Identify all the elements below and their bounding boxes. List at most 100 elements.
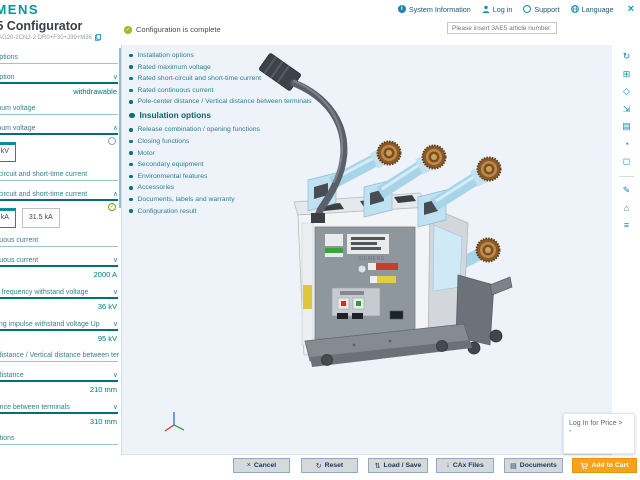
document-icon: ▤ — [510, 462, 517, 470]
step-bullet-icon — [129, 53, 133, 58]
field-label: Rated continuous current — [0, 257, 39, 264]
control-plate-label — [340, 291, 364, 295]
step-label: Pole-center distance / Vertical distance… — [137, 98, 312, 106]
step-rated-continuous-current[interactable]: Rated continuous current — [129, 87, 312, 94]
option-chip[interactable]: 31.5 kA — [21, 208, 60, 228]
configuration-sidebar: Installation options Installation option… — [0, 45, 119, 455]
orbit-view-icon[interactable]: ◇ — [620, 86, 634, 97]
zoom-window-icon[interactable]: ⊞ — [620, 69, 634, 80]
step-rated-short-circuit[interactable]: Rated short-circuit and short-time curre… — [129, 75, 312, 82]
annotate-icon[interactable]: ✎ — [620, 185, 634, 196]
load-save-button[interactable]: ⇅ Load / Save — [368, 458, 428, 473]
field-header[interactable]: Rated short-circuit and short-time curre… — [0, 190, 118, 198]
home-view-icon[interactable]: ⌂ — [620, 203, 634, 214]
step-secondary-equipment[interactable]: Secondary equipment — [129, 161, 312, 168]
step-environmental-features[interactable]: Environmental features — [129, 173, 312, 180]
field-value: 210 mm — [89, 385, 117, 394]
chevron-up-icon[interactable]: ∧ — [113, 190, 118, 198]
field-power-frequency-withstand: Rated power frequency withstand voltage … — [0, 288, 118, 311]
field-header[interactable]: Rated maximum voltage ∧ — [0, 124, 118, 132]
step-accessories[interactable]: Accessories — [129, 184, 312, 191]
add-to-cart-button[interactable]: Add to Cart — [572, 458, 637, 473]
article-number-text: 3AE52AG20-2CN2-2 DR0+F30+J39+M36 — [0, 34, 92, 41]
section-view-icon[interactable]: ◔ — [620, 139, 634, 150]
warning-strip-icon — [368, 263, 376, 270]
copy-icon[interactable] — [95, 34, 101, 41]
step-documents-labels-warranty[interactable]: Documents, labels and warranty — [129, 196, 312, 203]
step-pole-center-distance[interactable]: Pole-center distance / Vertical distance… — [129, 98, 312, 105]
field-header[interactable]: Installation option ∨ — [0, 73, 118, 81]
step-bullet-icon — [129, 162, 133, 167]
fit-view-icon[interactable]: ⇲ — [620, 104, 634, 115]
language-link[interactable]: Language — [570, 5, 614, 14]
pole-insulator-3 — [430, 156, 502, 211]
option-chip[interactable]: 25 kA — [0, 208, 16, 228]
brand-label: SIEMENS — [358, 256, 385, 262]
field-header[interactable]: Vertical distance between terminals ∨ — [0, 403, 118, 411]
support-link[interactable]: Support — [523, 5, 560, 14]
cart-icon — [580, 462, 589, 469]
chevron-down-icon[interactable]: ∨ — [113, 256, 118, 264]
section-insulation-options: Insulation options — [0, 435, 118, 445]
cancel-button[interactable]: × Cancel — [233, 458, 290, 473]
step-bullet-icon — [129, 128, 133, 132]
documents-button[interactable]: ▤ Documents — [504, 458, 563, 473]
field-header[interactable]: Insulating shell standard design ∨ — [0, 454, 118, 455]
field-insulating-shell: Insulating shell standard design ∨ yes — [0, 454, 118, 455]
step-label: Closing functions — [137, 137, 190, 145]
chevron-up-icon[interactable]: ∧ — [113, 124, 118, 132]
page-title: 3AE5 Configurator — [0, 19, 83, 33]
field-rated-continuous-current: Rated continuous current ∨ 2000 A — [0, 256, 118, 279]
axes-triad — [164, 412, 185, 432]
login-for-price-link[interactable]: Log In for Price > — [569, 420, 629, 427]
chevron-down-icon[interactable]: ∨ — [113, 320, 118, 328]
step-label: Rated continuous current — [137, 86, 214, 94]
step-bullet-icon — [129, 151, 133, 155]
step-motor[interactable]: Motor — [129, 150, 312, 157]
reset-button[interactable]: ↻ Reset — [301, 458, 358, 473]
article-number-input[interactable] — [447, 22, 557, 34]
step-rated-maximum-voltage[interactable]: Rated maximum voltage — [129, 64, 312, 71]
option-chip[interactable]: 12 kV — [0, 142, 16, 162]
radio-selected-icon[interactable]: ✓ — [108, 203, 116, 211]
field-header[interactable]: Rated power frequency withstand voltage … — [0, 288, 118, 296]
system-information-link[interactable]: i System Information — [397, 4, 471, 14]
cax-files-button[interactable]: ↓ CAx Files — [436, 458, 494, 473]
step-installation-options[interactable]: Installation options — [129, 52, 312, 59]
viewer-menu-icon[interactable]: ≡ — [620, 220, 634, 231]
field-pole-center-distance: Pole-center distance ∨ 210 mm — [0, 371, 118, 394]
field-header[interactable]: Rated continuous current ∨ — [0, 256, 118, 264]
wireframe-icon[interactable]: ◻ — [620, 156, 634, 167]
step-label: Accessories — [137, 184, 175, 192]
add-to-cart-label: Add to Cart — [591, 462, 629, 469]
chevron-down-icon[interactable]: ∨ — [113, 403, 118, 411]
field-value: 36 kV — [97, 302, 117, 311]
support-icon — [523, 5, 532, 13]
login-link[interactable]: Log in — [482, 5, 512, 14]
sidebar-scrollbar[interactable] — [119, 48, 121, 208]
toolbar-divider — [619, 175, 634, 177]
step-label: Release combination / opening functions — [137, 126, 260, 134]
layers-icon[interactable]: ▤ — [620, 121, 634, 132]
field-label: Pole-center distance — [0, 372, 24, 379]
step-closing-functions[interactable]: Closing functions — [129, 138, 312, 145]
rotate-view-icon[interactable]: ↻ — [620, 51, 634, 62]
field-header[interactable]: Pole-center distance ∨ — [0, 371, 118, 379]
label-text-row — [351, 247, 381, 250]
chevron-down-icon[interactable]: ∨ — [113, 454, 118, 455]
chevron-down-icon[interactable]: ∨ — [113, 288, 118, 296]
field-header[interactable]: Rated lightning impulse withstand voltag… — [0, 320, 118, 328]
step-release-combination[interactable]: Release combination / opening functions — [129, 126, 312, 133]
step-insulation-options[interactable]: Insulation options — [129, 110, 312, 120]
chevron-down-icon[interactable]: ∨ — [113, 73, 118, 81]
field-value: withdrawable — [73, 87, 117, 96]
chevron-down-icon[interactable]: ∨ — [113, 371, 118, 379]
system-information-label: System Information — [408, 4, 471, 14]
step-configuration-result[interactable]: Configuration result — [129, 208, 312, 215]
close-icon[interactable]: × — [628, 4, 634, 15]
section-installation-options: Installation options — [0, 54, 118, 64]
wheel — [436, 340, 448, 352]
field-lightning-impulse-withstand: Rated lightning impulse withstand voltag… — [0, 320, 118, 343]
radio-unselected-icon[interactable] — [108, 137, 116, 145]
field-label: Rated lightning impulse withstand voltag… — [0, 321, 100, 328]
